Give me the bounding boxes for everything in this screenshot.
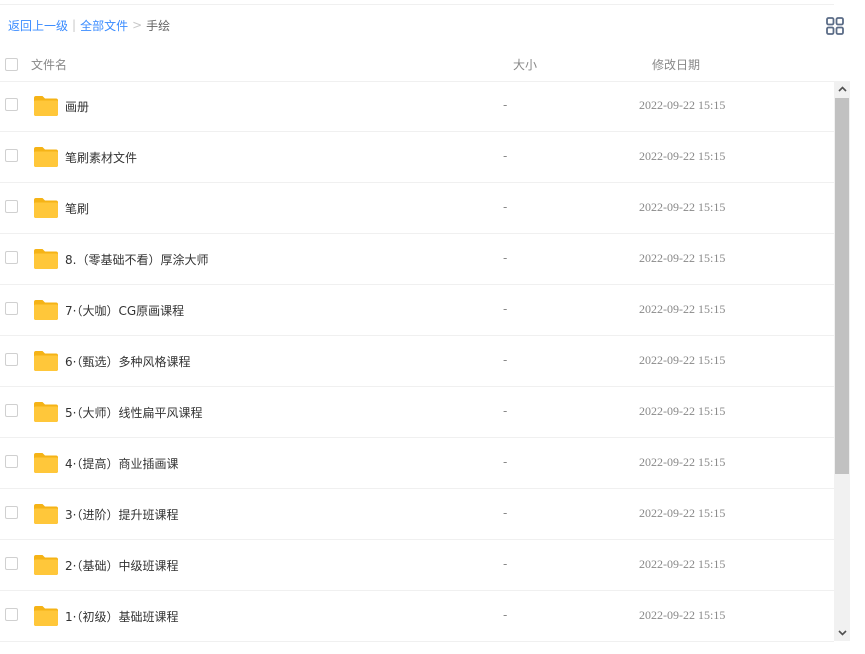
breadcrumb-separator: > bbox=[132, 18, 143, 32]
file-size: - bbox=[503, 251, 508, 265]
file-modified-date: 2022-09-22 15:15 bbox=[639, 608, 726, 622]
row-checkbox[interactable] bbox=[5, 608, 18, 621]
file-size: - bbox=[503, 404, 508, 418]
file-size: - bbox=[503, 98, 508, 112]
file-modified-date: 2022-09-22 15:15 bbox=[639, 98, 726, 112]
file-size: - bbox=[503, 506, 508, 520]
file-name[interactable]: 画册 bbox=[65, 98, 89, 115]
file-name[interactable]: 7·（大咖）CG原画课程 bbox=[65, 302, 184, 319]
file-size: - bbox=[503, 302, 508, 316]
folder-icon bbox=[33, 248, 59, 270]
breadcrumb: 返回上一级 | 全部文件 > 手绘 bbox=[8, 16, 170, 34]
file-name[interactable]: 8.（零基础不看）厚涂大师 bbox=[65, 251, 208, 268]
folder-icon bbox=[33, 197, 59, 219]
all-files-link[interactable]: 全部文件 bbox=[80, 17, 128, 34]
file-row[interactable]: 画册 - 2022-09-22 15:15 bbox=[0, 81, 834, 132]
file-modified-date: 2022-09-22 15:15 bbox=[639, 455, 726, 469]
row-checkbox[interactable] bbox=[5, 200, 18, 213]
file-name[interactable]: 1·（初级）基础班课程 bbox=[65, 608, 178, 625]
file-row[interactable]: 笔刷素材文件 - 2022-09-22 15:15 bbox=[0, 132, 834, 183]
file-row[interactable]: 5·（大师）线性扁平风课程 - 2022-09-22 15:15 bbox=[0, 387, 834, 438]
chevron-down-icon[interactable] bbox=[834, 625, 850, 641]
file-row[interactable]: 8.（零基础不看）厚涂大师 - 2022-09-22 15:15 bbox=[0, 234, 834, 285]
row-checkbox[interactable] bbox=[5, 98, 18, 111]
chevron-up-icon[interactable] bbox=[834, 81, 850, 97]
file-modified-date: 2022-09-22 15:15 bbox=[639, 302, 726, 316]
folder-icon bbox=[33, 605, 59, 627]
file-modified-date: 2022-09-22 15:15 bbox=[639, 200, 726, 214]
column-size-header[interactable]: 大小 bbox=[513, 56, 537, 73]
file-row[interactable]: 笔刷 - 2022-09-22 15:15 bbox=[0, 183, 834, 234]
folder-icon bbox=[33, 299, 59, 321]
folder-icon bbox=[33, 554, 59, 576]
file-modified-date: 2022-09-22 15:15 bbox=[639, 506, 726, 520]
file-size: - bbox=[503, 149, 508, 163]
column-name-header[interactable]: 文件名 bbox=[31, 56, 67, 73]
column-modified-header[interactable]: 修改日期 bbox=[652, 56, 700, 73]
file-row[interactable]: 2·（基础）中级班课程 - 2022-09-22 15:15 bbox=[0, 540, 834, 591]
grid-view-icon[interactable] bbox=[826, 17, 844, 35]
file-modified-date: 2022-09-22 15:15 bbox=[639, 251, 726, 265]
file-size: - bbox=[503, 200, 508, 214]
file-row[interactable]: 1·（初级）基础班课程 - 2022-09-22 15:15 bbox=[0, 591, 834, 642]
file-row[interactable]: 6·（甄选）多种风格课程 - 2022-09-22 15:15 bbox=[0, 336, 834, 387]
file-size: - bbox=[503, 353, 508, 367]
file-row[interactable]: 3·（进阶）提升班课程 - 2022-09-22 15:15 bbox=[0, 489, 834, 540]
file-row[interactable]: 7·（大咖）CG原画课程 - 2022-09-22 15:15 bbox=[0, 285, 834, 336]
scrollbar[interactable] bbox=[834, 81, 850, 641]
folder-icon bbox=[33, 95, 59, 117]
row-checkbox[interactable] bbox=[5, 149, 18, 162]
row-checkbox[interactable] bbox=[5, 302, 18, 315]
file-row[interactable]: 4·（提高）商业插画课 - 2022-09-22 15:15 bbox=[0, 438, 834, 489]
row-checkbox[interactable] bbox=[5, 455, 18, 468]
folder-icon bbox=[33, 146, 59, 168]
file-size: - bbox=[503, 557, 508, 571]
row-checkbox[interactable] bbox=[5, 353, 18, 366]
folder-icon bbox=[33, 350, 59, 372]
file-size: - bbox=[503, 455, 508, 469]
row-checkbox[interactable] bbox=[5, 557, 18, 570]
row-checkbox[interactable] bbox=[5, 506, 18, 519]
file-list: 画册 - 2022-09-22 15:15 笔刷素材文件 - 2022-09-22 15:… bbox=[0, 81, 834, 654]
breadcrumb-current: 手绘 bbox=[146, 18, 171, 33]
file-name[interactable]: 5·（大师）线性扁平风课程 bbox=[65, 404, 202, 421]
folder-icon bbox=[33, 401, 59, 423]
file-name[interactable]: 2·（基础）中级班课程 bbox=[65, 557, 178, 574]
file-name[interactable]: 笔刷 bbox=[65, 200, 89, 217]
scrollbar-thumb[interactable] bbox=[835, 98, 849, 474]
file-modified-date: 2022-09-22 15:15 bbox=[639, 404, 726, 418]
row-checkbox[interactable] bbox=[5, 251, 18, 264]
list-header: 文件名 大小 修改日期 bbox=[0, 50, 850, 80]
file-name[interactable]: 6·（甄选）多种风格课程 bbox=[65, 353, 190, 370]
file-name[interactable]: 笔刷素材文件 bbox=[65, 149, 137, 166]
folder-icon bbox=[33, 452, 59, 474]
top-divider bbox=[0, 4, 834, 5]
file-modified-date: 2022-09-22 15:15 bbox=[639, 353, 726, 367]
file-name[interactable]: 4·（提高）商业插画课 bbox=[65, 455, 178, 472]
file-modified-date: 2022-09-22 15:15 bbox=[639, 149, 726, 163]
folder-icon bbox=[33, 503, 59, 525]
file-modified-date: 2022-09-22 15:15 bbox=[639, 557, 726, 571]
file-name[interactable]: 3·（进阶）提升班课程 bbox=[65, 506, 178, 523]
back-link[interactable]: 返回上一级 bbox=[8, 17, 68, 34]
row-checkbox[interactable] bbox=[5, 404, 18, 417]
breadcrumb-separator: | bbox=[72, 18, 77, 32]
select-all-checkbox[interactable] bbox=[5, 58, 18, 71]
file-size: - bbox=[503, 608, 508, 622]
